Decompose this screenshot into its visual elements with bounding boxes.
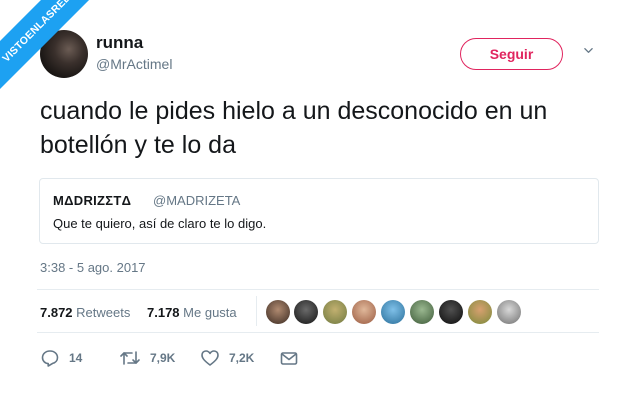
tweet-timestamp[interactable]: 3:38 - 5 ago. 2017 <box>40 260 146 275</box>
likes-label: Me gusta <box>183 305 237 320</box>
likes-stat[interactable]: 7.178 Me gusta <box>147 305 237 320</box>
quoted-handle: @MADRIZETA <box>153 193 241 208</box>
liker-avatar[interactable] <box>381 300 405 324</box>
reply-count: 14 <box>69 351 83 365</box>
retweet-count: 7,9K <box>150 351 176 365</box>
user-handle[interactable]: @MrActimel <box>96 56 172 72</box>
divider <box>37 289 599 290</box>
retweets-count: 7.872 <box>40 305 73 320</box>
liker-avatar[interactable] <box>439 300 463 324</box>
likes-count: 7.178 <box>147 305 180 320</box>
divider <box>256 296 257 326</box>
tweet-card: VISTOENLASREDES runna @MrActimel Seguir … <box>0 0 643 406</box>
divider <box>37 332 599 333</box>
liker-avatar[interactable] <box>266 300 290 324</box>
direct-message-button[interactable] <box>280 348 298 368</box>
retweets-stat[interactable]: 7.872 Retweets <box>40 305 130 320</box>
liker-avatar[interactable] <box>323 300 347 324</box>
liker-avatar[interactable] <box>497 300 521 324</box>
chevron-down-icon[interactable] <box>584 46 593 55</box>
liker-avatar[interactable] <box>294 300 318 324</box>
like-count: 7,2K <box>229 351 255 365</box>
liker-avatar[interactable] <box>410 300 434 324</box>
follow-button[interactable]: Seguir <box>460 38 563 70</box>
tweet-text: cuando le pides hielo a un desconocido e… <box>40 97 548 159</box>
retweet-icon <box>120 351 140 365</box>
like-button[interactable]: 7,2K <box>200 348 254 368</box>
retweet-button[interactable]: 7,9K <box>119 348 175 368</box>
retweets-label: Retweets <box>76 305 131 320</box>
liker-avatar[interactable] <box>468 300 492 324</box>
liker-avatar[interactable] <box>352 300 376 324</box>
reply-icon <box>41 350 59 367</box>
quoted-tweet[interactable]: MΔDRIZΣTΔ @MADRIZETA Que te quiero, así … <box>39 178 599 244</box>
display-name[interactable]: runna <box>96 33 143 53</box>
quoted-display-name: MΔDRIZΣTΔ <box>53 193 132 208</box>
envelope-icon <box>280 352 298 365</box>
heart-icon <box>201 350 219 366</box>
quoted-text: Que te quiero, así de claro te lo digo. <box>53 216 267 231</box>
reply-button[interactable]: 14 <box>40 348 82 368</box>
